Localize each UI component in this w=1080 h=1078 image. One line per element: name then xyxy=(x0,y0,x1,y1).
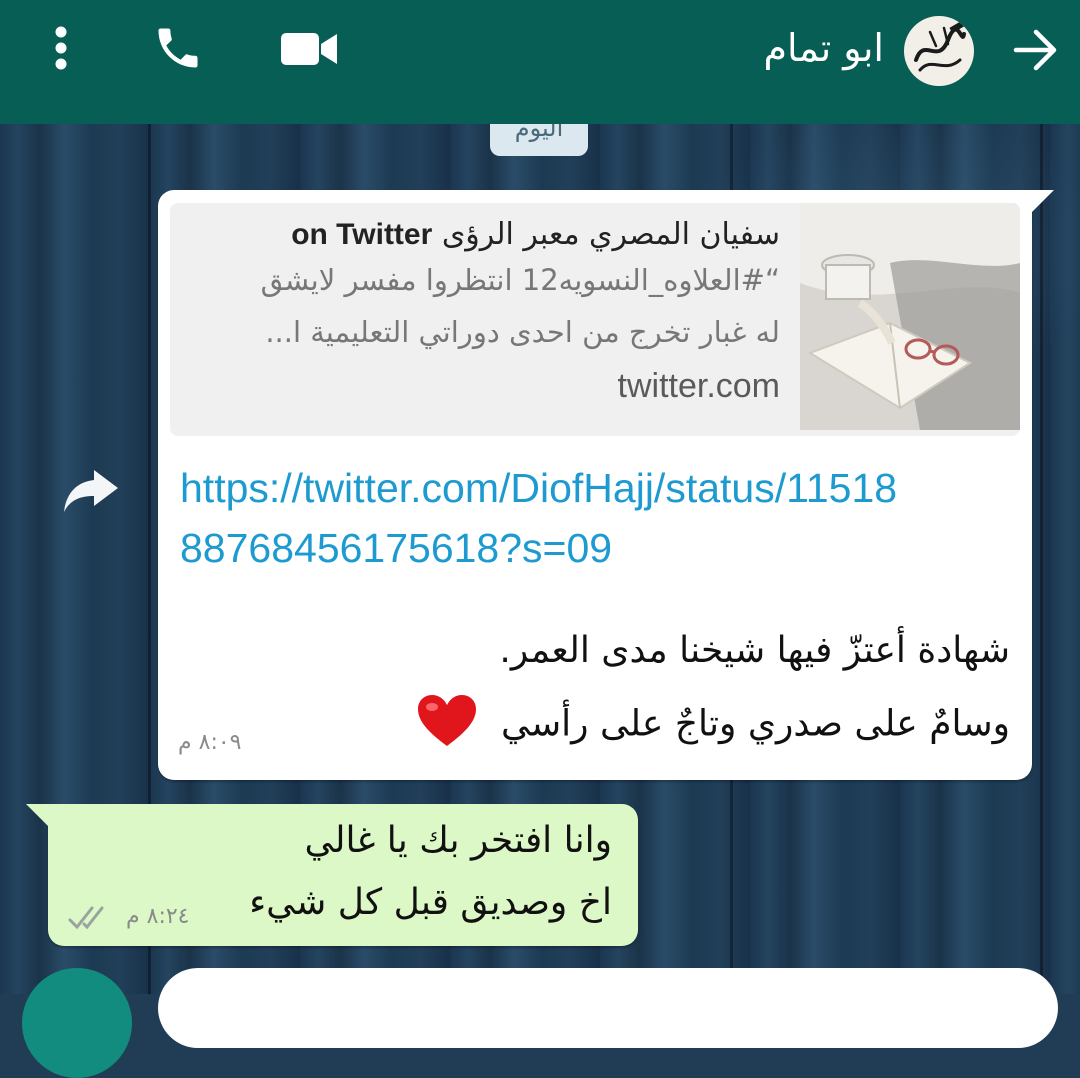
message-text-line: وسامٌ على صدري وتاجٌ على رأسي xyxy=(416,694,1010,757)
preview-title: سفيان المصري معبر الرؤى on Twitter xyxy=(291,217,780,252)
heart-emoji-icon xyxy=(416,694,478,757)
bubble-tail xyxy=(26,804,48,826)
preview-text: سفيان المصري معبر الرؤى on Twitter “#الع… xyxy=(180,217,780,412)
preview-host: twitter.com xyxy=(617,367,780,405)
preview-description: “#العلاوه_النسويه12 انتظروا مفسر لايشق xyxy=(260,263,780,297)
message-time: ٨:٢٤ م xyxy=(126,904,190,929)
preview-description: له غبار تخرج من احدى دوراتي التعليمية ا.… xyxy=(265,315,780,349)
voice-call-icon[interactable] xyxy=(148,18,208,78)
forward-icon[interactable] xyxy=(60,466,122,514)
more-options-icon[interactable] xyxy=(44,20,78,76)
contact-name[interactable]: ابو تمام xyxy=(764,26,885,70)
message-text: وانا افتخر بك يا غالي xyxy=(304,820,612,861)
message-text: شهادة أعتزّ فيها شيخنا مدى العمر. xyxy=(499,630,1010,671)
preview-thumbnail xyxy=(800,203,1020,430)
incoming-message-bubble[interactable]: سفيان المصري معبر الرؤى on Twitter “#الع… xyxy=(158,190,1054,780)
link-preview-card[interactable]: سفيان المصري معبر الرؤى on Twitter “#الع… xyxy=(170,203,1020,436)
chat-header: ابو تمام xyxy=(0,0,1080,124)
bubble-tail xyxy=(1032,190,1054,212)
outgoing-message-bubble[interactable]: وانا افتخر بك يا غالي اخ وصديق قبل كل شي… xyxy=(26,804,638,946)
contact-avatar[interactable] xyxy=(904,16,974,86)
wallpaper-plank xyxy=(1040,124,1043,994)
message-time: ٨:٠٩ م xyxy=(178,730,242,755)
message-text: اخ وصديق قبل كل شيء xyxy=(249,882,612,923)
back-arrow-icon[interactable] xyxy=(1008,22,1064,78)
double-check-icon xyxy=(68,902,114,932)
message-link[interactable]: https://twitter.com/DiofHajj/status/1151… xyxy=(180,458,900,578)
message-input-bar[interactable] xyxy=(158,968,1058,1048)
message-text: وسامٌ على صدري وتاجٌ على رأسي xyxy=(500,703,1010,745)
voice-record-button[interactable] xyxy=(22,968,132,1078)
video-call-icon[interactable] xyxy=(276,24,342,74)
